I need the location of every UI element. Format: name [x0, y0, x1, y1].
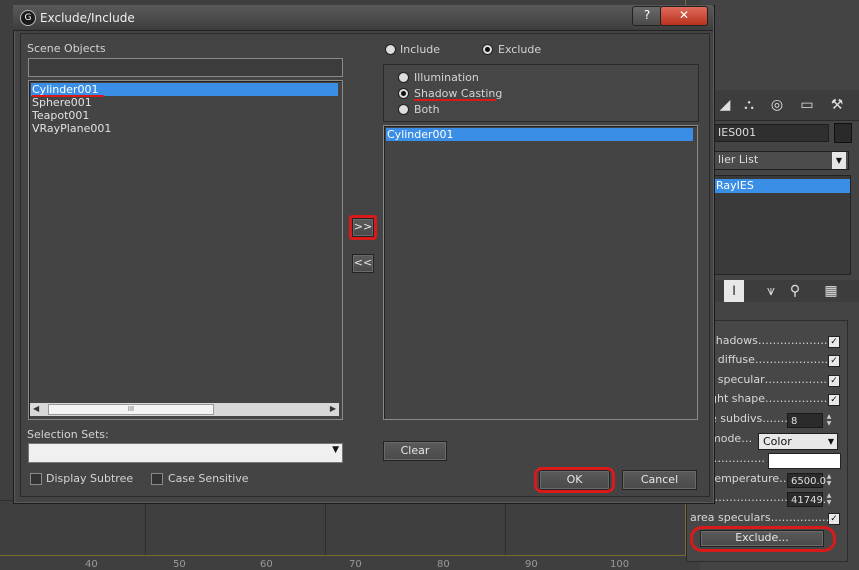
include-label: Include	[400, 43, 441, 56]
spinner-arrows-icon[interactable]: ▲ ▼	[825, 473, 833, 488]
intensity-spinner[interactable]: 41749.	[787, 492, 826, 507]
area-speculars-checkbox[interactable]: ✓	[828, 513, 840, 525]
affect-diffuse-checkbox[interactable]: ✓	[828, 355, 840, 367]
object-name-field[interactable]: IES001	[713, 124, 829, 142]
chevron-down-icon: ▼	[832, 152, 846, 169]
shadow-casting-radio[interactable]	[398, 88, 409, 99]
scroll-left-icon[interactable]: ◀	[33, 404, 39, 413]
list-item[interactable]: Cylinder001	[31, 83, 338, 96]
display-subtree-label: Display Subtree	[46, 472, 134, 485]
case-sensitive-label: Case Sensitive	[168, 472, 249, 485]
ruler-tick: 70	[349, 559, 362, 570]
object-color-swatch[interactable]	[834, 123, 852, 143]
dialog-title: Exclude/Include	[40, 11, 135, 25]
selection-sets-label: Selection Sets:	[27, 428, 109, 441]
ruler-tick: 100	[610, 559, 630, 570]
subdivs-spinner[interactable]: 8	[787, 413, 823, 428]
modify-tab-icon[interactable]: ◢	[714, 94, 736, 116]
chevron-down-icon: ▼	[827, 437, 834, 446]
motion-tab-icon[interactable]: ◎	[766, 94, 788, 116]
both-label: Both	[414, 103, 440, 116]
selection-sets-dropdown[interactable]: ▼	[28, 443, 343, 463]
excluded-objects-list[interactable]: Cylinder001	[383, 125, 698, 420]
param-row: area speculars………………	[690, 511, 837, 524]
move-left-button[interactable]: <<	[352, 254, 374, 273]
chevron-down-icon: ▼	[332, 445, 339, 455]
case-sensitive-checkbox[interactable]	[151, 473, 163, 485]
exclude-label: Exclude	[498, 43, 542, 56]
exclude-button[interactable]: Exclude...	[700, 530, 824, 547]
scroll-right-icon[interactable]: ▶	[330, 404, 336, 413]
help-button[interactable]: ?	[632, 6, 662, 26]
shadow-casting-label: Shadow Casting	[414, 87, 503, 100]
scene-objects-label: Scene Objects	[27, 42, 106, 55]
scroll-thumb[interactable]: III	[48, 404, 214, 415]
list-item[interactable]: Sphere001	[31, 96, 92, 109]
modifier-list-dropdown[interactable]: lier List ▼	[713, 151, 849, 170]
temperature-spinner[interactable]: 6500.0	[787, 473, 826, 488]
scene-objects-filter-input[interactable]	[28, 58, 343, 77]
list-item[interactable]: Cylinder001	[386, 128, 693, 141]
ruler-tick: 60	[260, 559, 273, 570]
both-radio[interactable]	[398, 104, 409, 115]
spinner-arrows-icon[interactable]: ▲ ▼	[825, 413, 833, 428]
ok-button[interactable]: OK	[539, 470, 610, 490]
horizontal-scrollbar[interactable]: ◀ III ▶	[30, 403, 339, 416]
exclude-radio[interactable]	[482, 44, 493, 55]
light-shape-checkbox[interactable]: ✓	[828, 394, 840, 406]
illumination-label: Illumination	[414, 71, 479, 84]
move-right-button[interactable]: >>	[352, 218, 374, 237]
display-tab-icon[interactable]: ▭	[796, 94, 818, 116]
make-unique-icon[interactable]: ⚲	[784, 280, 806, 302]
app-icon: G	[20, 10, 36, 26]
clear-button[interactable]: Clear	[383, 441, 447, 461]
modifier-stack-item[interactable]: RayIES	[714, 179, 850, 193]
cancel-button[interactable]: Cancel	[622, 470, 697, 490]
spinner-arrows-icon[interactable]: ▲ ▼	[825, 492, 833, 507]
list-item[interactable]: Teapot001	[31, 109, 89, 122]
utilities-tab-icon[interactable]: ⚒	[826, 94, 848, 116]
viewport-grid-line	[145, 500, 146, 555]
ruler-tick: 80	[437, 559, 450, 570]
display-subtree-checkbox[interactable]	[30, 473, 42, 485]
list-item[interactable]: VRayPlane001	[31, 122, 111, 135]
viewport-grid-line	[505, 500, 506, 555]
affect-specular-checkbox[interactable]: ✓	[828, 375, 840, 387]
modifier-list-label: lier List	[718, 153, 759, 166]
show-end-result-icon[interactable]: ⩛	[760, 280, 782, 302]
modifier-stack[interactable]: RayIES	[713, 175, 851, 275]
ruler-tick: 50	[173, 559, 186, 570]
viewport-grid-line	[325, 500, 326, 555]
shadows-checkbox[interactable]: ✓	[828, 336, 840, 348]
viewport-frame-line	[0, 555, 700, 556]
illumination-radio[interactable]	[398, 72, 409, 83]
close-button[interactable]: ✕	[660, 6, 708, 26]
scene-objects-list[interactable]: Cylinder001 Sphere001 Teapot001 VRayPlan…	[28, 80, 343, 420]
color-mode-select[interactable]: Color ▼	[758, 433, 838, 450]
configure-sets-icon[interactable]: ▦	[820, 280, 842, 302]
ruler-tick: 90	[525, 559, 538, 570]
hierarchy-tab-icon[interactable]: ⛬	[738, 94, 760, 116]
color-swatch[interactable]	[768, 453, 841, 469]
include-radio[interactable]	[385, 44, 396, 55]
color-mode-value: Color	[763, 435, 792, 448]
pin-stack-icon[interactable]: ⏽	[724, 280, 744, 302]
ruler-tick: 40	[85, 559, 98, 570]
